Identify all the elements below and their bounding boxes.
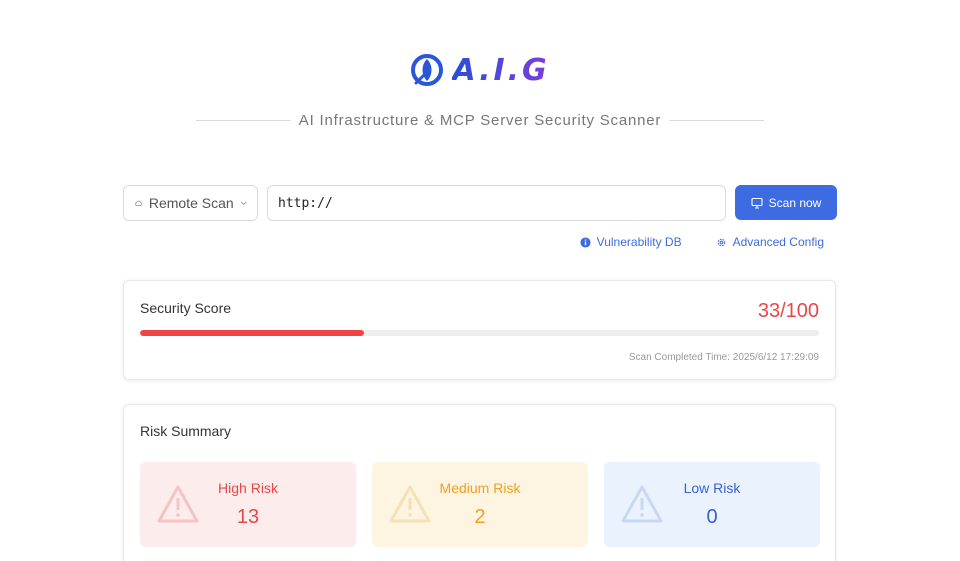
scan-now-label: Scan now [768, 195, 822, 210]
vulnerability-db-link[interactable]: Vulnerability DB [580, 235, 682, 249]
high-risk-box[interactable]: High Risk 13 [140, 462, 356, 547]
advanced-config-label: Advanced Config [732, 235, 824, 249]
risk-summary-card: Risk Summary High Risk 13 Medium Risk 2 … [123, 404, 836, 561]
header-links: Vulnerability DB Advanced Config [580, 235, 824, 249]
score-progress-bar [140, 330, 819, 336]
monitor-icon [751, 197, 763, 209]
brand-logo: A.I.G [0, 50, 960, 90]
security-score-title: Security Score [140, 300, 232, 316]
aig-logo-icon [411, 54, 444, 86]
target-url-input[interactable] [267, 185, 726, 221]
medium-risk-label: Medium Risk [439, 480, 521, 496]
high-risk-label: High Risk [218, 480, 278, 496]
medium-risk-count: 2 [474, 506, 486, 528]
scan-mode-label: Remote Scan [148, 195, 234, 211]
scan-completed-time: Scan Completed Time: 2025/6/12 17:29:09 [628, 352, 819, 363]
low-risk-box[interactable]: Low Risk 0 [604, 462, 820, 547]
security-score-card: Security Score 33/100 Scan Completed Tim… [123, 280, 836, 380]
divider [669, 119, 765, 121]
medium-risk-box[interactable]: Medium Risk 2 [372, 462, 588, 547]
page-subtitle: AI Infrastructure & MCP Server Security … [298, 111, 662, 129]
risk-summary-title: Risk Summary [140, 423, 232, 439]
divider [196, 119, 291, 121]
low-risk-label: Low Risk [683, 480, 741, 496]
cloud-icon [135, 200, 143, 206]
gear-icon [717, 238, 725, 246]
high-risk-count: 13 [236, 506, 260, 528]
chevron-down-icon [240, 201, 247, 206]
scan-mode-select[interactable]: Remote Scan [123, 185, 258, 221]
security-score-value: 33/100 [757, 300, 819, 322]
scan-now-button[interactable]: Scan now [735, 185, 837, 220]
subtitle-row: AI Infrastructure & MCP Server Security … [196, 108, 765, 132]
advanced-config-link[interactable]: Advanced Config [716, 235, 824, 249]
brand-name: A.I.G [452, 52, 550, 88]
score-progress-fill [140, 330, 365, 336]
vulnerability-db-label: Vulnerability DB [596, 235, 682, 249]
info-icon [580, 236, 591, 248]
low-risk-count: 0 [706, 506, 718, 528]
